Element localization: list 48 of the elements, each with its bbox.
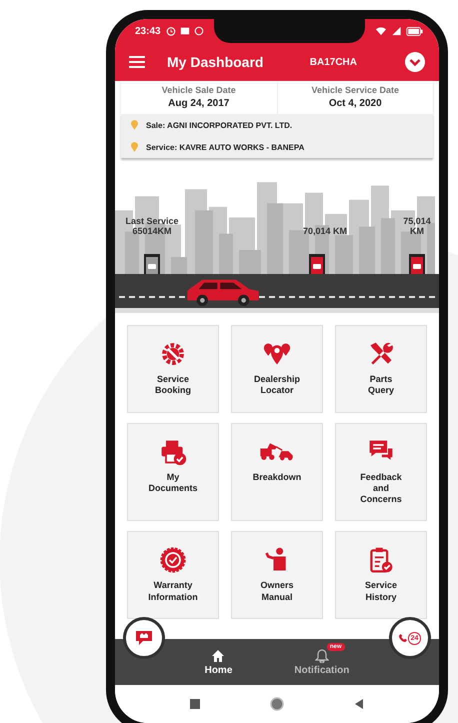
wifi-icon [375,26,387,36]
menu-tile[interactable]: Warranty Information [127,531,219,619]
menu-icon[interactable] [129,56,145,68]
tile-label: Warranty Information [148,580,198,603]
phone-icon [398,633,407,643]
battery-icon [406,26,423,36]
badge-check-icon [159,546,187,574]
vehicle-number: BA17CHA [310,56,357,68]
tile-label: Breakdown [252,472,302,483]
menu-tile[interactable]: Service Booking [127,325,219,413]
signal-icon [391,26,402,36]
back-icon[interactable] [354,699,364,709]
menu-tile[interactable]: Dealership Locator [231,325,323,413]
menu-tile[interactable]: Owners Manual [231,531,323,619]
menu-tile[interactable]: Feedback and Concerns [335,422,427,522]
menu-tile[interactable]: My Documents [127,422,219,522]
location-pin-icon [131,120,138,130]
date-label: Vehicle Service Date [310,85,400,95]
date-value: Oct 4, 2020 [328,98,383,109]
menu-tile[interactable]: Service History [335,531,427,619]
tile-label: Service Booking [155,374,191,396]
chevron-down-icon[interactable] [405,52,425,72]
tile-label: Parts Query [368,374,394,396]
tile-label: My Documents [148,472,198,494]
milestone-label: 75,014 KM [402,216,432,236]
nav-tab[interactable]: Home [198,639,238,685]
menu-tile[interactable]: Breakdown [231,422,323,522]
dealer-name: Service: KAVRE AUTO WORKS - BANEPA [146,142,304,152]
tile-label: Feedback and Concerns [360,472,402,506]
tile-label: Service History [364,580,398,603]
date-label: Vehicle Sale Date [160,85,237,95]
bell-icon [314,648,329,662]
tile-label: Dealership Locator [254,374,300,396]
milestone-label: 70,014 KM [302,226,347,236]
home-circle-icon[interactable] [270,697,284,711]
menu-tile[interactable]: Parts Query [335,325,427,413]
tile-label: Owners Manual [260,580,294,603]
milestone-label: Last Service 65014KM [124,216,180,236]
alarm-clock-icon [166,26,176,36]
screen-title: My Dashboard [167,54,264,70]
dealer-name: Sale: AGNI INCORPORATED PVT. LTD. [146,120,292,130]
date-value: Aug 24, 2017 [167,98,230,109]
status-time: 23:43 [135,26,161,36]
location-pin-icon [131,142,138,152]
printer-check-icon [159,438,187,466]
chat-float-button[interactable] [123,617,165,659]
chat-bubble-icon [134,629,154,647]
home-icon [211,648,226,662]
